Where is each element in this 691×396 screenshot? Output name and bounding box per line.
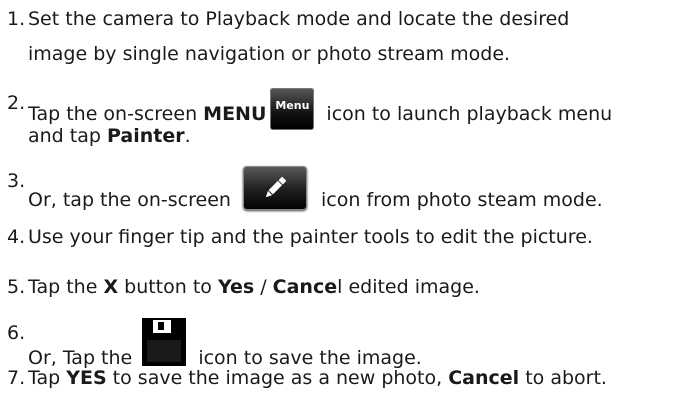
pencil-icon <box>242 166 307 210</box>
step-number: 1. <box>7 8 26 30</box>
menu-keyword: MENU <box>203 103 267 125</box>
step-text: Set the camera to Playback mode and loca… <box>28 8 570 30</box>
step-text: Or, tap the on-screen icon from photo st… <box>28 166 603 215</box>
step-number: 6. <box>7 322 26 344</box>
painter-keyword: Painter <box>106 125 185 147</box>
step-1-continuation: image by single navigation or photo stre… <box>28 43 511 65</box>
step-text: Tap the X button to Yes / Cancel edited … <box>28 276 480 298</box>
step-text: Use your finger tip and the painter tool… <box>28 226 593 248</box>
step-2-continuation: and tap Painter. <box>28 125 191 147</box>
step-number: 4. <box>7 226 26 248</box>
step-number: 3. <box>7 170 26 192</box>
step-number: 7. <box>7 367 26 389</box>
menu-icon: Menu <box>270 88 315 130</box>
step-number: 5. <box>7 276 26 298</box>
step-text: Tap YES to save the image as a new photo… <box>28 367 607 389</box>
save-floppy-icon <box>142 318 187 366</box>
step-number: 2. <box>7 92 26 114</box>
